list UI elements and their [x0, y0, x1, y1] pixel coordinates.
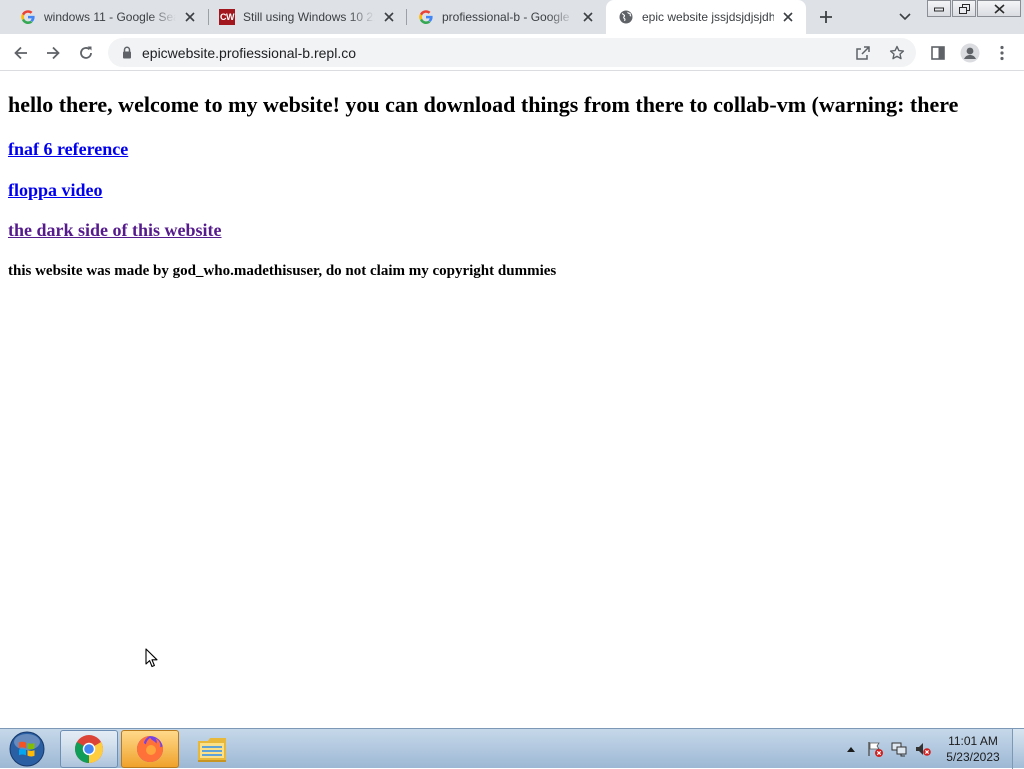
page-viewport: hello there, welcome to my website! you … — [0, 72, 1024, 728]
file-explorer-icon — [198, 738, 226, 762]
windows-start-orb-icon — [9, 731, 45, 767]
lock-icon[interactable] — [120, 45, 134, 59]
window-controls — [927, 0, 1022, 17]
reload-icon — [80, 46, 92, 59]
new-tab-button[interactable] — [814, 5, 838, 29]
link-floppa-video[interactable]: floppa video — [8, 180, 103, 201]
profile-avatar-icon — [960, 43, 980, 63]
volume-muted-icon[interactable] — [915, 741, 931, 757]
mouse-pointer-icon — [145, 648, 158, 668]
arrow-left-icon — [14, 46, 27, 60]
clock-date: 5/23/2023 — [946, 750, 1000, 764]
url-text[interactable]: epicwebsite.profiessional-b.repl.co — [142, 45, 356, 61]
tab-strip: windows 11 - Google Sea CW Still using W… — [0, 0, 1024, 34]
google-g-icon — [418, 9, 434, 25]
tab-title: windows 11 - Google Sea — [44, 10, 176, 24]
tab-title: Still using Windows 10 21 — [243, 10, 375, 24]
taskbar-firefox-button[interactable] — [121, 730, 179, 768]
minimize-button[interactable] — [927, 0, 951, 17]
close-tab-icon[interactable] — [580, 9, 596, 25]
page-heading: hello there, welcome to my website! you … — [8, 92, 959, 117]
bookmark-star-icon[interactable] — [888, 44, 906, 62]
cw-logo-icon: CW — [219, 9, 235, 25]
taskbar-clock[interactable]: 11:01 AM 5/23/2023 — [940, 733, 1006, 765]
browser-toolbar: epicwebsite.profiessional-b.repl.co — [0, 34, 1024, 71]
action-center-flag-icon[interactable] — [867, 741, 883, 757]
reload-button[interactable] — [72, 39, 100, 67]
menu-button[interactable] — [988, 39, 1016, 67]
side-panel-icon — [931, 46, 945, 60]
profile-button[interactable] — [956, 39, 984, 67]
close-icon — [993, 3, 1005, 14]
plus-icon — [820, 11, 832, 23]
tab-title: epic website jssjdsjdjsjdh — [642, 10, 774, 24]
credit-text: this website was made by god_who.madethi… — [8, 263, 557, 279]
share-icon[interactable] — [854, 44, 872, 62]
globe-icon — [618, 9, 634, 25]
close-tab-icon[interactable] — [780, 9, 796, 25]
arrow-right-icon — [47, 46, 60, 60]
taskbar-chrome-button[interactable] — [60, 730, 118, 768]
chrome-icon — [75, 735, 103, 763]
restore-icon — [958, 3, 970, 14]
clock-time: 11:01 AM — [948, 734, 998, 748]
show-hidden-icons-icon[interactable] — [843, 741, 859, 757]
address-bar[interactable]: epicwebsite.profiessional-b.repl.co — [108, 38, 916, 67]
network-icon[interactable] — [891, 741, 907, 757]
close-window-button[interactable] — [977, 0, 1021, 17]
system-tray — [843, 729, 939, 769]
tab-still-using-windows-10[interactable]: CW Still using Windows 10 21 — [207, 0, 407, 34]
minimize-icon — [934, 7, 944, 11]
side-panel-button[interactable] — [924, 39, 952, 67]
google-g-icon — [20, 9, 36, 25]
close-tab-icon[interactable] — [182, 9, 198, 25]
three-dots-vertical-icon — [1000, 45, 1004, 61]
tab-profiessional-b-search[interactable]: profiessional-b - Google — [406, 0, 606, 34]
link-dark-side[interactable]: the dark side of this website — [8, 220, 222, 241]
start-button[interactable] — [7, 730, 47, 768]
taskbar: 11:01 AM 5/23/2023 — [0, 728, 1024, 769]
back-button[interactable] — [7, 39, 35, 67]
firefox-icon — [137, 736, 163, 762]
restore-button[interactable] — [952, 0, 976, 17]
close-tab-icon[interactable] — [381, 9, 397, 25]
tab-windows-11-search[interactable]: windows 11 - Google Sea — [8, 0, 208, 34]
tab-title: profiessional-b - Google — [442, 10, 570, 24]
forward-button[interactable] — [39, 39, 67, 67]
link-fnaf-6-reference[interactable]: fnaf 6 reference — [8, 139, 128, 160]
chevron-down-icon — [899, 13, 911, 21]
taskbar-explorer-button[interactable] — [183, 730, 241, 768]
show-desktop-button[interactable] — [1012, 729, 1024, 769]
tab-epic-website[interactable]: epic website jssjdsjdjsjdh — [606, 0, 806, 34]
tab-search-button[interactable] — [893, 5, 917, 29]
